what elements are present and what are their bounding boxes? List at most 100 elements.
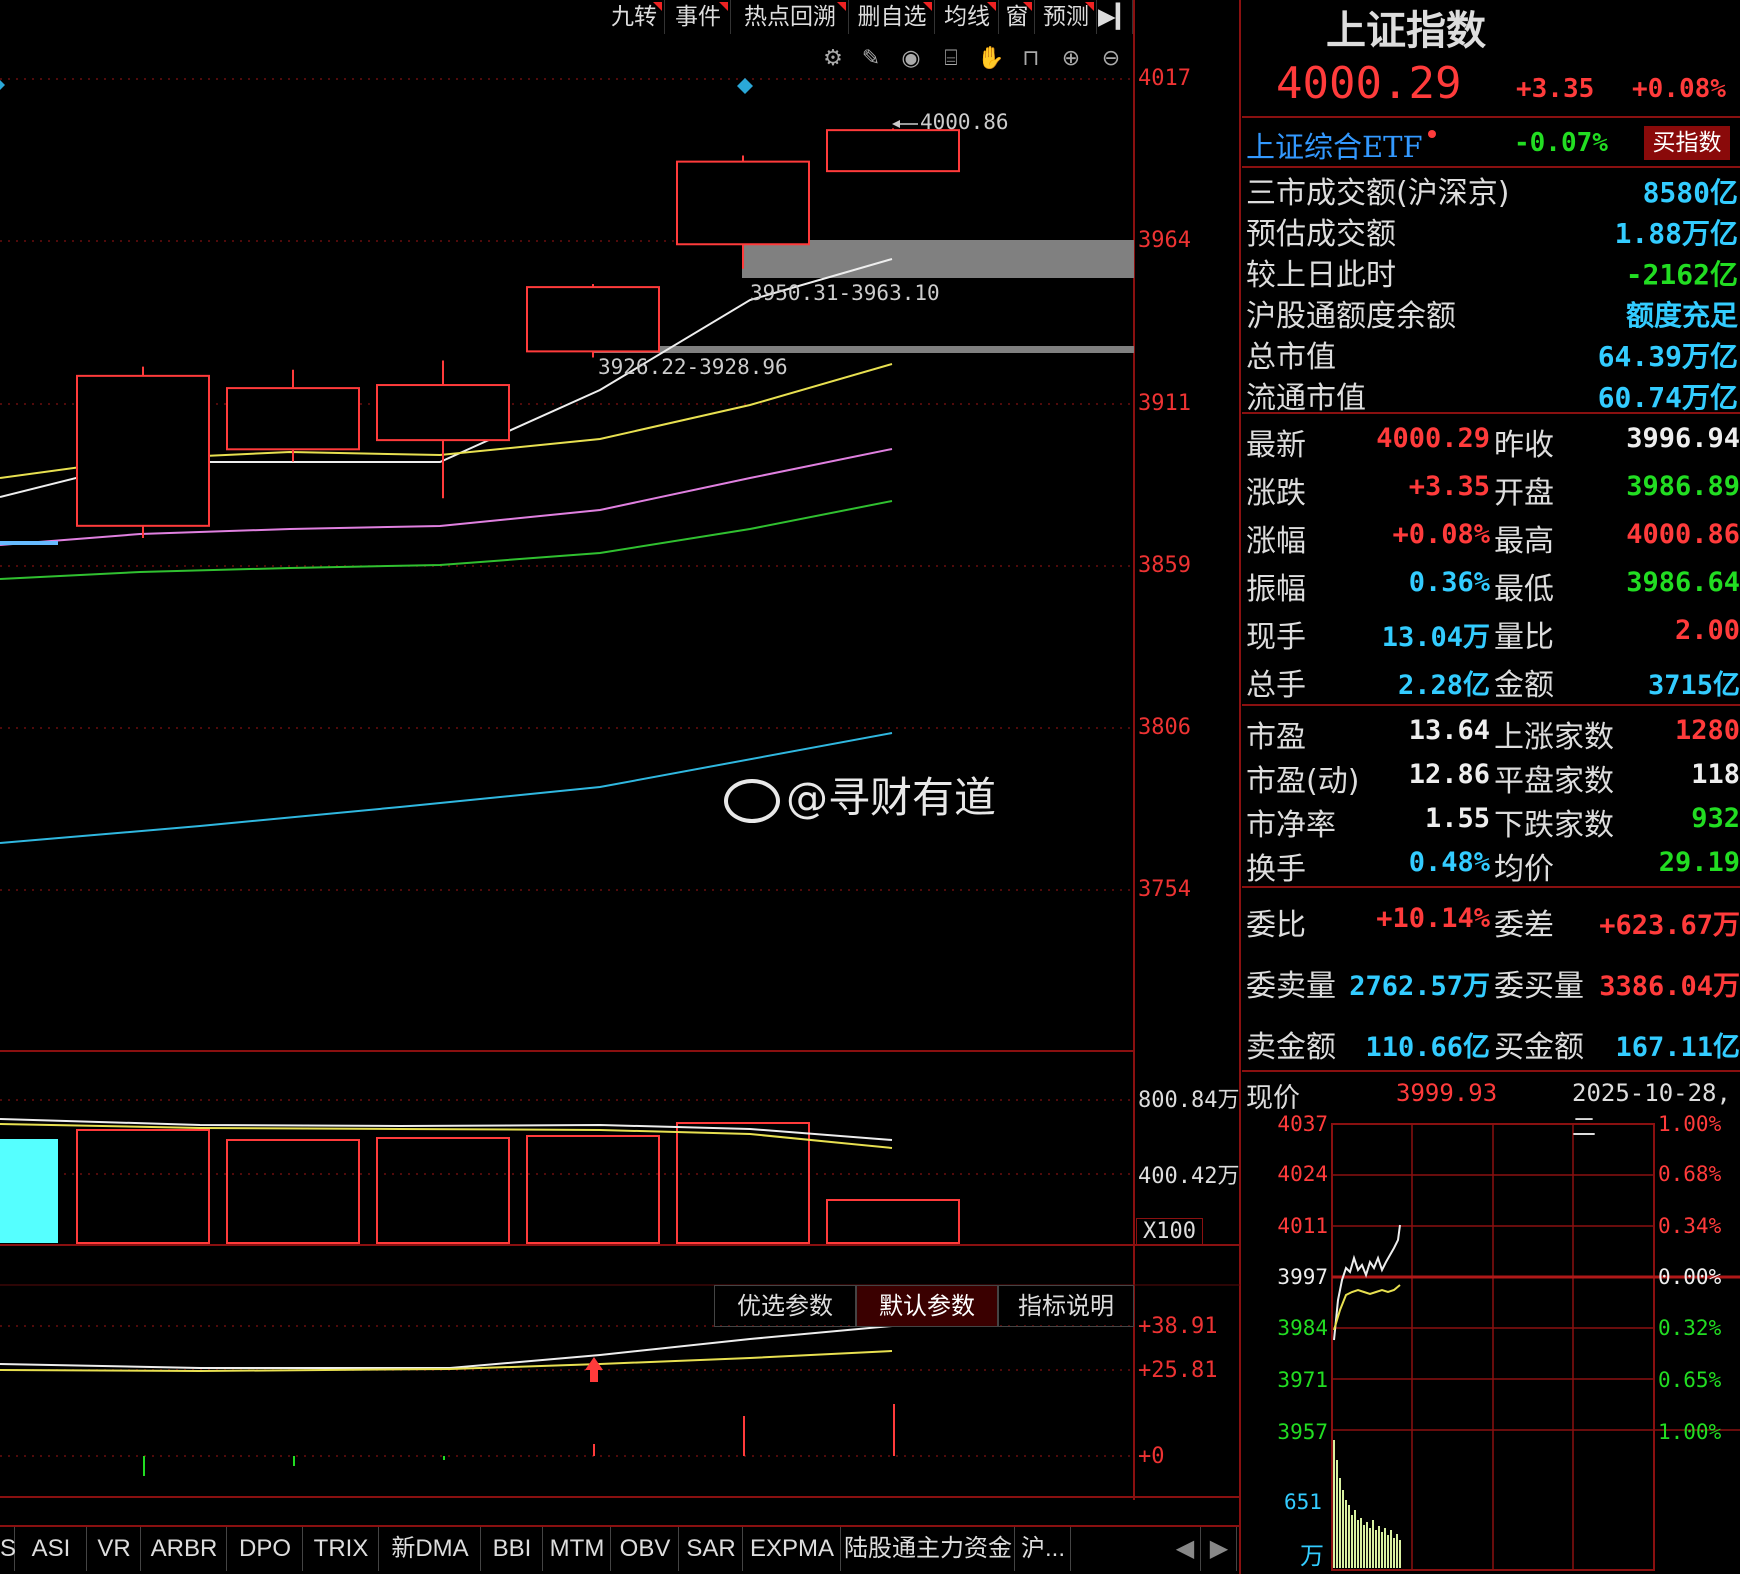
eye-icon[interactable]: ◉ bbox=[896, 44, 926, 74]
volume-tick: 800.84万 bbox=[1138, 1088, 1240, 1113]
bottom-tab[interactable]: 陆股通主力资金 bbox=[842, 1527, 1015, 1571]
toolbar-label: 删自选 bbox=[857, 4, 927, 30]
basket-icon[interactable]: ⌸ bbox=[936, 44, 966, 74]
quote-label: 平盘家数 bbox=[1494, 764, 1614, 799]
etf-link[interactable]: 上证综合ETF bbox=[1246, 124, 1423, 166]
collapse-right-icon[interactable]: ▶▎ bbox=[1098, 0, 1133, 34]
quote-label: 开盘 bbox=[1494, 476, 1554, 511]
candle[interactable] bbox=[826, 129, 960, 173]
quote-label: 涨跌 bbox=[1246, 476, 1306, 511]
quote-value: +3.35 bbox=[1408, 471, 1490, 502]
quote-label: 昨收 bbox=[1494, 428, 1554, 463]
candle[interactable] bbox=[526, 286, 660, 353]
price-tick: 3754 bbox=[1138, 877, 1191, 902]
volume-unit: X100 bbox=[1136, 1218, 1203, 1245]
quote-label: 卖金额 bbox=[1246, 1030, 1336, 1065]
tab-preferred-params[interactable]: 优选参数 bbox=[714, 1285, 856, 1327]
price-tick: 3859 bbox=[1138, 553, 1191, 578]
mini-price-tick: 3957 bbox=[1277, 1420, 1328, 1444]
quote-label: 振幅 bbox=[1246, 572, 1306, 607]
bottom-tab[interactable]: OBV bbox=[612, 1527, 679, 1571]
bottom-tab[interactable]: TRIX bbox=[304, 1527, 379, 1571]
index-change-pct: +0.08% bbox=[1632, 74, 1726, 104]
mini-pct-tick: 0.00% bbox=[1658, 1265, 1722, 1289]
quote-value: 3715亿 bbox=[1647, 670, 1740, 701]
mini-pct-tick: 0.65% bbox=[1658, 1368, 1722, 1392]
quote-value: 2.00 bbox=[1674, 615, 1740, 646]
quote-value: 167.11亿 bbox=[1615, 1032, 1740, 1063]
tab-indicator-help[interactable]: 指标说明 bbox=[998, 1285, 1134, 1327]
bottom-tab[interactable]: ASI bbox=[16, 1527, 87, 1571]
intraday-mini-chart[interactable] bbox=[1331, 1123, 1740, 1571]
bottom-tab[interactable]: VR bbox=[88, 1527, 141, 1571]
quote-label: 均价 bbox=[1494, 852, 1554, 887]
quote-value: 0.48% bbox=[1408, 847, 1490, 878]
scroll-right-button[interactable]: ▶ bbox=[1202, 1527, 1237, 1571]
bottom-tab[interactable]: ARBR bbox=[142, 1527, 227, 1571]
quote-value: 29.19 bbox=[1658, 847, 1740, 878]
mini-price-tick: 4024 bbox=[1277, 1162, 1328, 1186]
bottom-tab[interactable]: BBI bbox=[482, 1527, 543, 1571]
hand-icon[interactable]: ✋ bbox=[976, 44, 1006, 74]
price-tick: 4017 bbox=[1138, 66, 1191, 91]
mini-pct-tick: 0.68% bbox=[1658, 1162, 1722, 1186]
quote-value: 2.28亿 bbox=[1397, 670, 1490, 701]
lock-icon[interactable]: ⊓ bbox=[1016, 44, 1046, 74]
bottom-tab[interactable]: MTM bbox=[544, 1527, 611, 1571]
market-info-value: 64.39万亿 bbox=[1597, 340, 1738, 373]
mini-volume-tick: 651 bbox=[1284, 1490, 1322, 1514]
market-info-label: 三市成交额(沪深京) bbox=[1246, 176, 1510, 211]
toolbar-label: 预测 bbox=[1043, 4, 1089, 30]
quote-label: 市盈(动) bbox=[1246, 764, 1360, 799]
index-change: +3.35 bbox=[1516, 74, 1595, 104]
event-marker[interactable] bbox=[737, 78, 753, 94]
bottom-tab[interactable]: DPO bbox=[228, 1527, 303, 1571]
candle[interactable] bbox=[226, 387, 360, 451]
price-tick: 3911 bbox=[1138, 391, 1191, 416]
toolbar-remove-watchlist[interactable]: 删自选 bbox=[850, 0, 935, 34]
quote-value: 12.86 bbox=[1408, 759, 1490, 790]
indicator-tick: +0 bbox=[1138, 1444, 1165, 1469]
candle[interactable] bbox=[76, 374, 210, 527]
toolbar-forecast[interactable]: 预测 bbox=[1036, 0, 1097, 34]
candle[interactable] bbox=[676, 160, 810, 246]
quote-label: 委买量 bbox=[1494, 969, 1584, 1004]
quote-value: 3986.89 bbox=[1626, 471, 1740, 502]
quote-value: 3386.04万 bbox=[1599, 971, 1740, 1002]
market-info-label: 总市值 bbox=[1246, 340, 1336, 375]
scroll-left-button[interactable]: ◀ bbox=[1170, 1527, 1201, 1571]
gap-label-1: 3950.31-3963.10 bbox=[750, 281, 940, 305]
volume-tick: 400.42万 bbox=[1138, 1164, 1240, 1189]
index-price: 4000.29 bbox=[1276, 58, 1462, 109]
toolbar-events[interactable]: 事件 bbox=[666, 0, 731, 34]
market-info-value: -2162亿 bbox=[1625, 258, 1738, 291]
toolbar-ma[interactable]: 均线 bbox=[936, 0, 999, 34]
bottom-tab[interactable]: 新DMA bbox=[380, 1527, 481, 1571]
mini-price-tick: 4011 bbox=[1277, 1214, 1328, 1238]
gap-zone-1 bbox=[742, 240, 1134, 278]
quote-label: 委卖量 bbox=[1246, 969, 1336, 1004]
mini-price-tick: 3997 bbox=[1277, 1265, 1328, 1289]
buy-index-button[interactable]: 买指数 bbox=[1644, 126, 1730, 160]
toolbar-window[interactable]: 窗 bbox=[1000, 0, 1035, 34]
bottom-tab[interactable]: SAR bbox=[680, 1527, 743, 1571]
mini-price-tick: 3984 bbox=[1277, 1316, 1328, 1340]
zoom-in-icon[interactable]: ⊕ bbox=[1056, 44, 1086, 74]
bottom-tab[interactable]: 沪... bbox=[1016, 1527, 1071, 1571]
quote-label: 量比 bbox=[1494, 620, 1554, 655]
mini-price-value: 3999.93 bbox=[1396, 1079, 1498, 1107]
watermark: @寻财有道 bbox=[724, 764, 996, 825]
zoom-out-icon[interactable]: ⊖ bbox=[1096, 44, 1126, 74]
toolbar-hotspot-review[interactable]: 热点回溯 bbox=[732, 0, 849, 34]
pen-icon[interactable]: ✎ bbox=[856, 44, 886, 74]
toolbar-jiuzhuan[interactable]: 九转 bbox=[604, 0, 665, 34]
candle[interactable] bbox=[376, 384, 510, 442]
market-info-value: 1.88万亿 bbox=[1614, 217, 1738, 250]
quote-label: 涨幅 bbox=[1246, 524, 1306, 559]
gear-icon[interactable]: ⚙ bbox=[818, 44, 848, 74]
bottom-tab[interactable]: S bbox=[0, 1527, 16, 1571]
tab-default-params[interactable]: 默认参数 bbox=[856, 1285, 998, 1327]
quote-value: 110.66亿 bbox=[1365, 1032, 1490, 1063]
quote-value: +0.08% bbox=[1392, 519, 1490, 550]
bottom-tab[interactable]: EXPMA bbox=[744, 1527, 841, 1571]
